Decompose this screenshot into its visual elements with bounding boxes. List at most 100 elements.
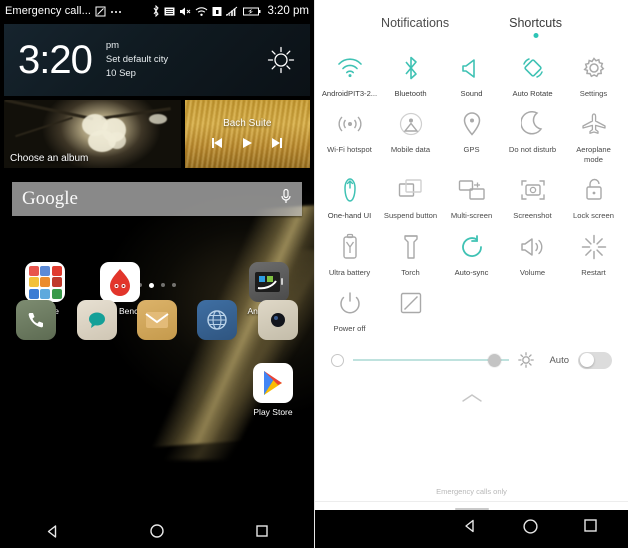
lock-open-icon: [580, 176, 608, 204]
shortcut-lock-screen[interactable]: Lock screen: [563, 168, 624, 220]
shortcut-label: Ultra battery: [328, 267, 371, 277]
clock-time: 3:20: [18, 38, 93, 82]
dock-item-messages[interactable]: [76, 300, 117, 340]
shortcut-power-off[interactable]: Power off: [319, 281, 380, 333]
page-indicator: [0, 283, 314, 288]
shortcut-volume[interactable]: Volume: [502, 225, 563, 277]
home-circle-icon[interactable]: [522, 518, 539, 540]
microphone-icon[interactable]: [280, 188, 292, 211]
next-icon[interactable]: [270, 136, 284, 155]
shortcut-label: Auto-sync: [454, 267, 489, 277]
shortcut-suspend-button[interactable]: Suspend button: [380, 168, 441, 220]
shortcut-auto-sync[interactable]: Auto-sync: [441, 225, 502, 277]
shortcut-wifi-hotspot[interactable]: Wi-Fi hotspot: [319, 102, 380, 164]
shortcut-label: Power off: [333, 324, 366, 334]
previous-icon[interactable]: [210, 136, 224, 155]
google-folder-icon: [25, 262, 66, 302]
page-dot[interactable]: [161, 283, 165, 287]
shortcut-label: One-hand UI: [327, 211, 372, 221]
album-widget[interactable]: Choose an album: [4, 100, 181, 168]
clock-date: 10 Sep: [105, 67, 136, 79]
auto-brightness-toggle[interactable]: [578, 351, 612, 369]
volume-mute-icon: [179, 6, 191, 17]
app-icon-play-store[interactable]: Play Store: [243, 363, 303, 417]
hotspot-icon: [336, 110, 364, 138]
search-widget[interactable]: Google: [12, 182, 302, 216]
page-dot[interactable]: [138, 283, 142, 287]
dock-item-phone[interactable]: [16, 300, 57, 340]
shortcut-aeroplane-mode[interactable]: Aeroplane mode: [563, 102, 624, 164]
shortcut-label: Settings: [579, 89, 608, 98]
shortcut-label: Volume: [519, 267, 546, 277]
divider: [315, 501, 628, 502]
music-track-title: Bach Suite: [223, 118, 272, 129]
dock-item-browser[interactable]: [197, 300, 238, 340]
dock-item-camera[interactable]: [257, 300, 298, 340]
bluetooth-icon: [152, 5, 160, 17]
brightness-high-icon: [518, 352, 535, 369]
shortcut-label: Bluetooth: [394, 89, 427, 98]
shortcut-edit[interactable]: [380, 281, 441, 333]
clock-widget[interactable]: 3:20 pm Set default city 10 Sep: [4, 24, 310, 96]
shortcut-multi-screen[interactable]: Multi-screen: [441, 168, 502, 220]
shortcut-label: Sound: [460, 89, 483, 98]
shortcut-label: Suspend button: [383, 211, 438, 221]
tab-shortcuts[interactable]: Shortcuts: [509, 16, 562, 38]
shortcut-screenshot[interactable]: Screenshot: [502, 168, 563, 220]
shortcut-label: Auto Rotate: [512, 89, 553, 98]
shortcut-label: Wi-Fi hotspot: [327, 145, 372, 155]
shortcut-restart[interactable]: Restart: [563, 225, 624, 277]
clock-city[interactable]: Set default city: [106, 53, 168, 67]
page-dot[interactable]: [172, 283, 176, 287]
shortcut-settings[interactable]: Settings: [563, 46, 624, 98]
recents-square-icon[interactable]: [245, 514, 279, 548]
panel-tabs: Notifications Shortcuts: [315, 0, 628, 38]
shortcut-slot-empty: [563, 281, 624, 333]
shortcut-do-not-disturb[interactable]: Do not disturb: [502, 102, 563, 164]
carrier-status: Emergency calls only: [436, 487, 507, 496]
battery-icon: [243, 6, 261, 17]
shortcut-sound[interactable]: Sound: [441, 46, 502, 98]
music-widget[interactable]: Bach Suite: [184, 100, 310, 168]
shortcut-torch[interactable]: Torch: [380, 225, 441, 277]
collapse-panel-button[interactable]: [315, 391, 628, 409]
mobile-data-icon: [397, 110, 425, 138]
album-widget-label[interactable]: Choose an album: [10, 153, 88, 164]
shortcut-mobile-data[interactable]: Mobile data: [380, 102, 441, 164]
torch-icon: [397, 233, 425, 261]
brightness-slider[interactable]: [353, 353, 510, 367]
shortcut-label: Aeroplane mode: [576, 145, 611, 164]
slider-thumb[interactable]: [487, 353, 501, 367]
edit-icon: [397, 289, 425, 317]
auto-sync-icon: [458, 233, 486, 261]
shortcut-gps[interactable]: GPS: [441, 102, 502, 164]
shortcut-label: Torch: [401, 267, 420, 277]
status-bar-clock: 3:20 pm: [267, 5, 309, 17]
dock: [0, 300, 314, 340]
back-triangle-icon[interactable]: [462, 518, 478, 540]
app-icon: [95, 6, 106, 17]
back-triangle-icon[interactable]: [35, 514, 69, 548]
dock-item-email[interactable]: [136, 300, 177, 340]
play-icon[interactable]: [240, 136, 254, 155]
shortcut-label: GPS: [463, 145, 480, 155]
restart-icon: [580, 233, 608, 261]
nav-buttons: [462, 518, 628, 540]
wifi-icon: [195, 6, 208, 17]
shortcuts-grid: AndroidPIT3-2... Bluetooth Sound Auto Ro…: [315, 46, 628, 334]
shortcut-auto-rotate[interactable]: Auto Rotate: [502, 46, 563, 98]
home-circle-icon[interactable]: [140, 514, 174, 548]
volume-icon: [519, 233, 547, 261]
sun-icon: [266, 45, 296, 75]
page-dot-active[interactable]: [149, 283, 154, 288]
shortcut-ultra-battery[interactable]: Ultra battery: [319, 225, 380, 277]
alarm-icon: [164, 6, 175, 17]
recents-square-icon[interactable]: [583, 518, 598, 540]
shortcut-wifi[interactable]: AndroidPIT3-2...: [319, 46, 380, 98]
shortcut-label: Do not disturb: [508, 145, 557, 155]
antutu-icon: [99, 262, 140, 302]
tab-notifications[interactable]: Notifications: [381, 16, 449, 38]
bluetooth-icon: [397, 54, 425, 82]
shortcut-bluetooth[interactable]: Bluetooth: [380, 46, 441, 98]
shortcut-one-hand-ui[interactable]: One-hand UI: [319, 168, 380, 220]
